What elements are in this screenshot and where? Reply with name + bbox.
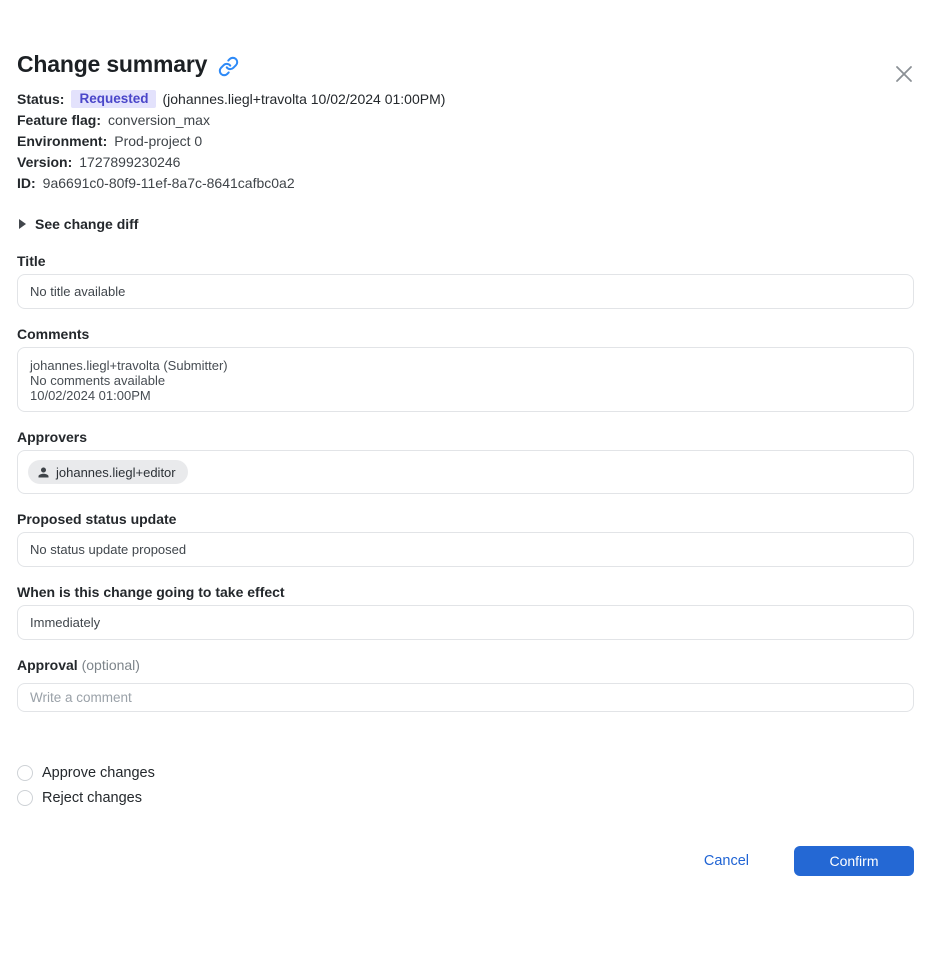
feature-flag-line: Feature flag: conversion_max [17,109,914,130]
reject-radio-icon [17,789,33,806]
confirm-button[interactable]: Confirm [794,846,914,876]
title-section-label: Title [17,253,46,269]
close-button[interactable] [890,60,918,88]
cancel-button[interactable]: Cancel [704,853,749,869]
version-value: 1727899230246 [79,153,181,170]
disclosure-triangle-icon [19,219,26,229]
close-icon [893,63,915,85]
id-line: ID: 9a6691c0-80f9-11ef-8a7c-8641cafbc0a2 [17,172,914,193]
id-label: ID: [17,174,36,191]
approver-chip: johannes.liegl+editor [28,460,188,484]
change-summary-dialog: Change summary Status: Requested (johann… [0,49,929,876]
permalink-icon[interactable] [218,56,239,77]
feature-flag-value: conversion_max [108,111,210,128]
environment-line: Environment: Prod-project 0 [17,130,914,151]
approval-comment-input[interactable] [17,683,914,712]
see-change-diff-label: See change diff [35,216,139,232]
reject-changes-label: Reject changes [42,789,142,806]
proposed-status-section-label: Proposed status update [17,511,177,527]
proposed-status-value: No status update proposed [30,542,187,557]
approvers-field: johannes.liegl+editor [17,450,914,494]
status-line: Status: Requested (johannes.liegl+travol… [17,88,914,109]
approval-section-label: Approval (optional) [17,658,914,672]
comment-body-line: No comments available [30,373,166,388]
environment-value: Prod-project 0 [114,132,203,149]
status-label: Status: [17,90,65,107]
feature-flag-label: Feature flag: [17,111,102,128]
effect-field-value: Immediately [30,615,101,630]
dialog-header: Change summary [17,49,914,80]
status-detail: (johannes.liegl+travolta 10/02/2024 01:0… [162,90,446,107]
comments-section-label: Comments [17,326,90,342]
proposed-status-field: No status update proposed [17,532,914,567]
environment-label: Environment: [17,132,108,149]
metadata-block: Status: Requested (johannes.liegl+travol… [17,88,914,193]
reject-changes-option[interactable]: Reject changes [17,785,142,810]
see-change-diff-toggle[interactable]: See change diff [17,216,138,232]
person-icon [36,465,51,480]
title-field: No title available [17,274,914,309]
approve-changes-option[interactable]: Approve changes [17,760,155,785]
comment-submitter-line: johannes.liegl+travolta (Submitter) [30,358,228,373]
decision-radio-group: Approve changes Reject changes [17,760,914,810]
version-label: Version: [17,153,73,170]
id-value: 9a6691c0-80f9-11ef-8a7c-8641cafbc0a2 [42,174,295,191]
comments-field: johannes.liegl+travolta (Submitter) No c… [17,347,914,412]
approvers-section-label: Approvers [17,429,88,445]
approver-chip-label: johannes.liegl+editor [56,464,176,480]
page-title: Change summary [17,51,208,77]
approval-label: Approval [17,657,78,673]
status-badge: Requested [71,89,157,108]
title-field-value: No title available [30,284,126,299]
approval-optional-label: (optional) [81,657,140,673]
dialog-footer: Cancel Confirm [17,846,914,876]
effect-section-label: When is this change going to take effect [17,584,285,600]
version-line: Version: 1727899230246 [17,151,914,172]
effect-field: Immediately [17,605,914,640]
comment-timestamp-line: 10/02/2024 01:00PM [30,388,151,403]
approve-changes-label: Approve changes [42,764,155,781]
approve-radio-icon [17,764,33,781]
